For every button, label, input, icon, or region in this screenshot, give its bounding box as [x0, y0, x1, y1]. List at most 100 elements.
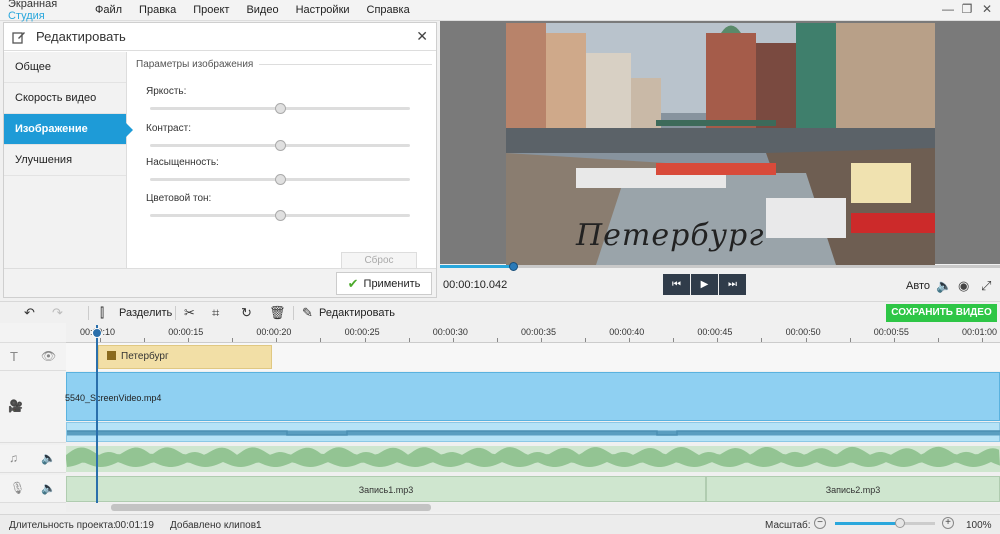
zoom-in-icon[interactable]: +	[942, 517, 954, 529]
close-icon[interactable]: ✕	[416, 28, 428, 45]
ruler-tick-mark	[982, 338, 983, 342]
ruler-tick-mark	[849, 338, 851, 342]
music-track-header: ♫ 🔈	[0, 445, 66, 473]
brightness-slider[interactable]	[150, 103, 410, 114]
zoom-slider[interactable]	[835, 518, 935, 528]
ruler-tick-label: 00:00:25	[344, 327, 380, 337]
contrast-slider[interactable]	[150, 140, 410, 151]
saturation-thumb[interactable]	[275, 174, 286, 185]
title-clip[interactable]: Петербург	[98, 345, 272, 369]
menu-video[interactable]: Видео	[246, 4, 278, 16]
section-title-text: Параметры изображения	[136, 59, 254, 70]
menu-file[interactable]: Файл	[95, 4, 122, 16]
duration-value: 00:01:19	[115, 520, 154, 531]
recording-clip[interactable]: Запись1.mp3	[66, 476, 706, 502]
eye-icon[interactable]: 👁	[41, 349, 56, 363]
check-icon: ✔	[347, 275, 359, 291]
ruler-tick-mark	[100, 338, 101, 342]
split-icon[interactable]: ⫿	[100, 305, 104, 321]
volume-icon[interactable]: 🔈	[41, 451, 56, 465]
menu-settings[interactable]: Настройки	[296, 4, 350, 16]
edit-panel-footer: ✔ Применить	[4, 268, 436, 297]
voice-track: Запись1.mp3 Запись2.mp3	[66, 476, 1000, 503]
video-clip[interactable]: 5540_ScreenVideo.mp4	[65, 372, 1000, 421]
scrollbar-thumb[interactable]	[111, 504, 431, 511]
ruler-tick-mark	[541, 338, 542, 342]
video-caption: Петербург	[576, 218, 765, 253]
redo-icon[interactable]: ↷	[52, 305, 63, 321]
timeline-scrollbar[interactable]	[66, 503, 1000, 512]
volume-icon[interactable]: 🔈	[936, 278, 952, 294]
trash-icon[interactable]: 🗑	[269, 305, 286, 321]
menu-help[interactable]: Справка	[367, 4, 410, 16]
video-frame[interactable]: Петербург	[506, 23, 935, 265]
video-preview: Петербург	[440, 21, 1000, 265]
hue-thumb[interactable]	[275, 210, 286, 221]
ruler-tick-mark	[364, 338, 366, 342]
edit-button[interactable]: Редактировать	[319, 307, 395, 319]
hue-slider[interactable]	[150, 210, 410, 221]
brightness-thumb[interactable]	[275, 103, 286, 114]
skip-back-icon[interactable]: ⏮	[663, 274, 690, 295]
scissors-icon[interactable]: ✂	[184, 305, 195, 321]
ruler-tick-label: 00:00:20	[256, 327, 292, 337]
timeline-ruler[interactable]: 00:00:1000:00:1500:00:2000:00:2500:00:30…	[66, 323, 1000, 343]
close-window-icon[interactable]: ✕	[979, 2, 995, 16]
title-clip-label: Петербург	[121, 351, 169, 362]
saturation-label: Насыщенность:	[146, 157, 219, 168]
ruler-tick-mark	[276, 338, 278, 342]
nav-item-image[interactable]: Изображение	[4, 114, 133, 145]
crop-icon[interactable]: ⌗	[212, 305, 219, 321]
ruler-header	[0, 323, 66, 343]
app-window: Экранная Студия Файл Правка Проект Видео…	[0, 0, 1000, 534]
music-clip[interactable]	[66, 446, 1000, 472]
auto-quality-label[interactable]: Авто	[906, 280, 930, 292]
maximize-icon[interactable]: ❐	[959, 2, 975, 16]
text-icon: T	[10, 349, 18, 364]
zoom-out-icon[interactable]: −	[814, 517, 826, 529]
title-track-header: T 👁	[0, 343, 66, 371]
undo-icon[interactable]: ↶	[24, 305, 35, 321]
zoom-thumb[interactable]	[895, 518, 905, 528]
app-brand: Экранная Студия	[0, 0, 95, 22]
ruler-tick-mark	[629, 338, 631, 342]
hue-label: Цветовой тон:	[146, 193, 212, 204]
timecode: 00:00:10.042	[443, 279, 508, 291]
clips-label: Добавлено клипов:	[170, 520, 259, 531]
save-video-button[interactable]: СОХРАНИТЬ ВИДЕО	[886, 304, 997, 322]
rotate-icon[interactable]: ↻	[241, 305, 252, 321]
nav-item-general[interactable]: Общее	[4, 52, 126, 83]
apply-button[interactable]: ✔ Применить	[336, 272, 432, 295]
ruler-tick-mark	[805, 338, 807, 342]
volume-icon[interactable]: 🔈	[41, 481, 56, 495]
playhead-handle[interactable]	[92, 328, 102, 338]
video-track: 5540_ScreenVideo.mp4	[65, 372, 1000, 443]
minimize-icon[interactable]: —	[940, 2, 956, 16]
menu-project[interactable]: Проект	[193, 4, 229, 16]
progress-knob[interactable]	[508, 262, 518, 271]
menu-edit[interactable]: Правка	[139, 4, 176, 16]
split-button[interactable]: Разделить	[119, 307, 172, 319]
play-icon[interactable]: ▶	[691, 274, 718, 295]
ruler-tick-label: 00:00:30	[432, 327, 468, 337]
skip-forward-icon[interactable]: ⏭	[719, 274, 746, 295]
playhead[interactable]	[96, 325, 98, 505]
video-track-header: 🎥	[0, 371, 66, 443]
edit-panel-nav: Общее Скорость видео Изображение Улучшен…	[4, 52, 133, 268]
ruler-tick-mark	[585, 338, 586, 342]
toolbar-divider	[293, 306, 294, 320]
ruler-tick-mark	[937, 338, 939, 342]
contrast-thumb[interactable]	[275, 140, 286, 151]
edit-icon[interactable]: ✎	[302, 305, 313, 321]
nav-item-enhance[interactable]: Улучшения	[4, 145, 126, 176]
preview-progress[interactable]	[440, 262, 1000, 271]
ruler-tick-label: 00:00:40	[609, 327, 645, 337]
toolbar-divider	[88, 306, 89, 320]
saturation-slider[interactable]	[150, 174, 410, 185]
recording-clip[interactable]: Запись2.mp3	[706, 476, 1000, 502]
nav-item-speed[interactable]: Скорость видео	[4, 83, 126, 114]
fullscreen-icon[interactable]: ⤢	[981, 278, 991, 294]
ruler-tick-mark	[320, 338, 322, 342]
edit-icon	[12, 31, 25, 44]
camera-icon[interactable]: ◉	[958, 278, 969, 294]
